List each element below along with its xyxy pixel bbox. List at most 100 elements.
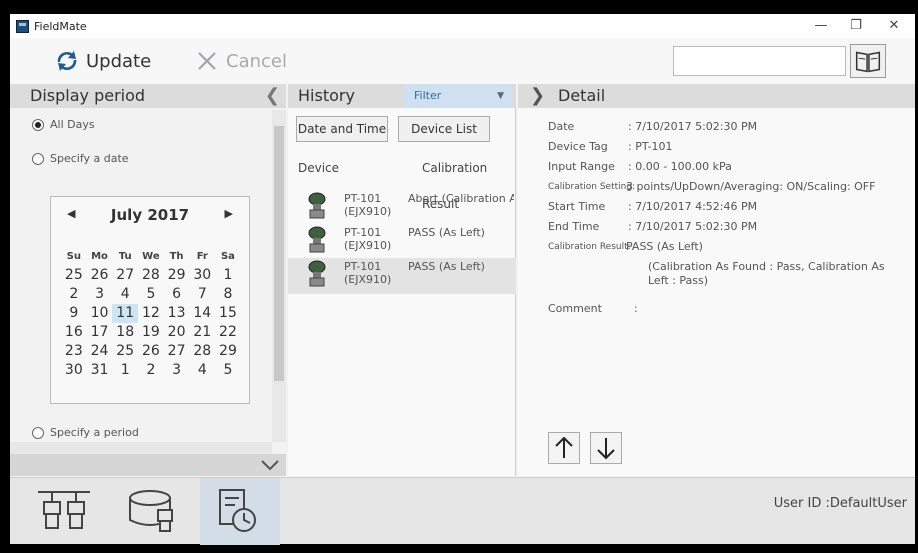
vertical-scrollbar[interactable] (272, 110, 286, 442)
chevron-right-icon[interactable]: ❯ (530, 84, 545, 108)
calendar-day[interactable]: 2 (138, 361, 164, 380)
book-icon (855, 51, 881, 73)
calendar-day[interactable]: 4 (189, 361, 215, 380)
calendar-day[interactable]: 5 (215, 361, 241, 380)
sort-date-button[interactable]: Date and Time (296, 116, 388, 142)
device-model-text: (EJX910) (344, 273, 392, 286)
display-period-title: Display period (30, 86, 146, 105)
history-row[interactable]: PT-101 (EJX910) Abort (Calibration A (288, 190, 516, 226)
search-input[interactable] (673, 46, 846, 76)
update-button[interactable]: Update (54, 47, 151, 75)
calendar-day[interactable]: 10 (87, 304, 113, 323)
calendar-day[interactable]: 26 (87, 266, 113, 285)
calendar-day[interactable]: 28 (189, 342, 215, 361)
next-record-button[interactable] (590, 432, 622, 464)
chevron-left-icon[interactable]: ❮ (265, 84, 280, 108)
calendar-day[interactable]: 26 (138, 342, 164, 361)
date-picker-calendar: ◀ July 2017 ▶ Su Mo Tu We Th Fr Sa 25 26 27 28 29 30… (50, 196, 250, 404)
device-tag: PT-101 (EJX910) (344, 226, 391, 252)
column-calibration-result[interactable]: Calibration Result (422, 150, 515, 211)
calendar-day[interactable]: 5 (138, 285, 164, 304)
expand-bar[interactable] (10, 454, 286, 476)
horizontal-scrollbar[interactable] (10, 442, 272, 454)
calendar-day[interactable]: 23 (61, 342, 87, 361)
app-window: FieldMate — ❐ ✕ Update Cancel Display pe… (10, 14, 915, 545)
calendar-day[interactable]: 20 (164, 323, 190, 342)
calendar-day[interactable]: 27 (164, 342, 190, 361)
calendar-day[interactable]: 27 (112, 266, 138, 285)
calendar-day[interactable]: 11 (112, 304, 139, 323)
calibration-setting-label: Calibration Setting: (548, 182, 636, 192)
calendar-day[interactable]: 30 (61, 361, 87, 380)
calibration-result-value: PASS (As Left) (626, 240, 703, 253)
start-time-value: : 7/10/2017 4:52:46 PM (628, 200, 758, 213)
calendar-day[interactable]: 29 (215, 342, 241, 361)
update-label: Update (86, 50, 152, 72)
restore-button[interactable]: ❐ (841, 17, 871, 35)
history-row[interactable]: PT-101 (EJX910) PASS (As Left) (288, 224, 516, 260)
column-device[interactable]: Device (298, 150, 339, 186)
device-model-text: (EJX910) (344, 239, 392, 252)
manual-button[interactable] (850, 44, 886, 78)
tab-history[interactable] (200, 478, 280, 545)
calendar-day[interactable]: 16 (61, 323, 87, 342)
radio-specify-date[interactable]: Specify a date (32, 152, 129, 165)
previous-record-button[interactable] (548, 432, 580, 464)
weekday-label: Mo (91, 251, 108, 262)
title-bar: FieldMate — ❐ ✕ (10, 14, 915, 38)
calendar-day[interactable]: 1 (112, 361, 138, 380)
calendar-day[interactable]: 21 (189, 323, 215, 342)
calendar-day[interactable]: 25 (112, 342, 138, 361)
calendar-day[interactable]: 2 (61, 285, 87, 304)
calendar-day[interactable]: 31 (87, 361, 113, 380)
calendar-day[interactable]: 3 (164, 361, 190, 380)
calendar-day[interactable]: 18 (112, 323, 138, 342)
toolbar: Update Cancel (10, 38, 915, 84)
next-month-button[interactable]: ▶ (225, 207, 233, 220)
weekday-label: Fr (196, 251, 208, 262)
filter-dropdown[interactable]: Filter ▼ (404, 84, 512, 108)
history-row[interactable]: PT-101 (EJX910) PASS (As Left) (288, 258, 516, 294)
calendar-day[interactable]: 7 (189, 285, 215, 304)
radio-all-days[interactable]: All Days (32, 118, 95, 131)
close-button[interactable]: ✕ (879, 17, 909, 35)
radio-specify-period[interactable]: Specify a period (32, 426, 139, 439)
calendar-day[interactable]: 14 (189, 304, 215, 323)
calendar-day[interactable]: 29 (164, 266, 190, 285)
tab-device-navigator[interactable] (28, 478, 108, 545)
bottom-bar: User ID :DefaultUser (10, 477, 915, 545)
calendar-day[interactable]: 1 (215, 266, 241, 285)
pressure-transmitter-icon (308, 192, 326, 219)
calendar-day[interactable]: 3 (87, 285, 113, 304)
sort-device-button[interactable]: Device List (398, 116, 490, 142)
calendar-day[interactable]: 4 (112, 285, 138, 304)
calendar-day[interactable]: 28 (138, 266, 164, 285)
calendar-week-row: 30 31 1 2 3 4 5 (61, 361, 241, 380)
history-clock-icon (219, 489, 256, 532)
calendar-day[interactable]: 8 (215, 285, 241, 304)
calendar-day[interactable]: 25 (61, 266, 87, 285)
calendar-day[interactable]: 19 (138, 323, 164, 342)
calendar-day[interactable]: 15 (215, 304, 241, 323)
tab-database[interactable] (118, 478, 198, 545)
calendar-weekday-row: Su Mo Tu We Th Fr Sa (61, 247, 241, 266)
device-model-text: (EJX910) (344, 205, 392, 218)
calendar-day[interactable]: 9 (61, 304, 87, 323)
pressure-transmitter-icon (308, 260, 326, 287)
weekday-label: Su (66, 251, 81, 262)
all-days-label: All Days (50, 118, 95, 131)
detail-panel: ❯ Detail Date : 7/10/2017 5:02:30 PM Dev… (518, 84, 915, 476)
radio-empty-icon (32, 152, 44, 165)
calendar-day[interactable]: 24 (87, 342, 113, 361)
calendar-day[interactable]: 22 (215, 323, 241, 342)
calendar-day[interactable]: 17 (87, 323, 113, 342)
input-range-label: Input Range (548, 160, 615, 173)
calendar-day[interactable]: 6 (164, 285, 190, 304)
calibration-result-cell: PASS (As Left) (408, 260, 485, 273)
scroll-thumb[interactable] (274, 126, 284, 381)
calendar-day[interactable]: 30 (189, 266, 215, 285)
minimize-button[interactable]: — (806, 17, 836, 35)
calendar-day[interactable]: 13 (164, 304, 190, 323)
calendar-day[interactable]: 12 (138, 304, 164, 323)
cancel-button[interactable]: Cancel (194, 47, 287, 75)
